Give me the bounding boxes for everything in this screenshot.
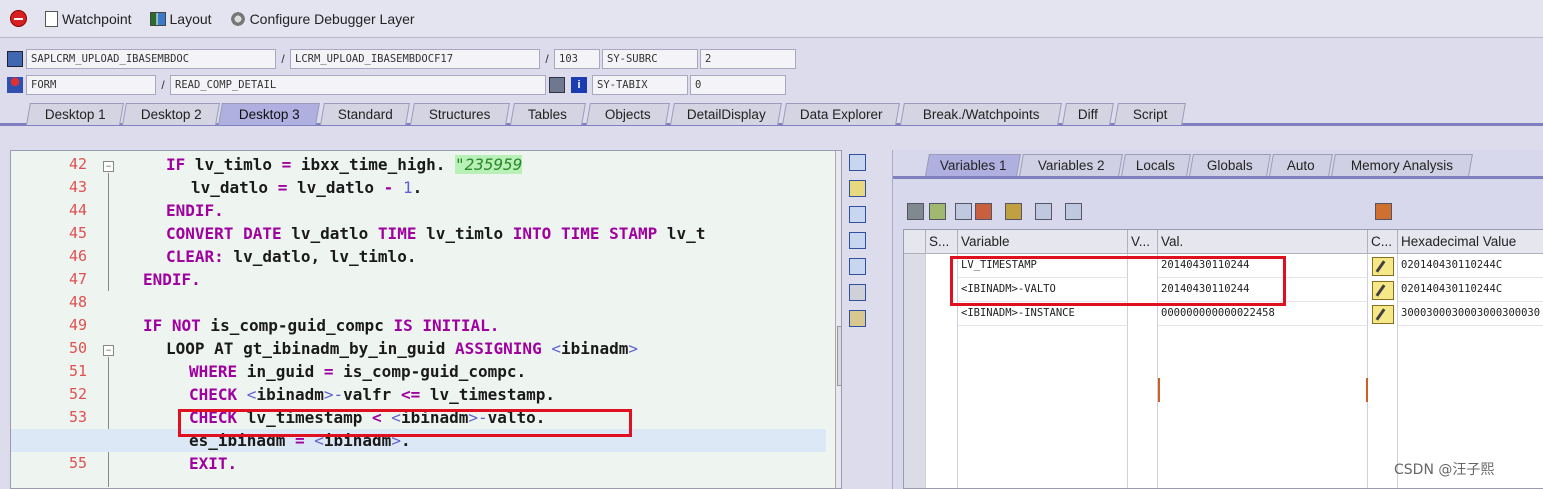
sy-subrc-value[interactable]: 2 (700, 49, 796, 69)
stop-button[interactable] (10, 10, 27, 27)
event-field[interactable]: READ_COMP_DETAIL (170, 75, 546, 95)
context-row-program: SAPLCRM_UPLOAD_IBASEMBDOC / LCRM_UPLOAD_… (4, 48, 796, 70)
include-field[interactable]: LCRM_UPLOAD_IBASEMBDOCF17 (290, 49, 540, 69)
minimize-icon[interactable] (849, 258, 866, 275)
line-field[interactable]: 103 (554, 49, 600, 69)
variable-hex: 020140430110244C (1398, 278, 1543, 302)
configure-label: Configure Debugger Layer (249, 10, 415, 27)
close-icon[interactable] (849, 154, 866, 171)
edit-pencil-icon[interactable] (1372, 257, 1394, 276)
code-line-49: IF NOT is_comp-guid_compc IS INITIAL. (143, 316, 500, 335)
info-icon[interactable]: i (571, 77, 587, 93)
event-type-field[interactable]: FORM (26, 75, 156, 95)
highlight-box (950, 256, 1286, 306)
tab-locals[interactable]: Locals (1121, 154, 1191, 176)
new-tool-icon[interactable] (849, 180, 866, 197)
selection-marker (1158, 378, 1368, 402)
watchpoint-button[interactable]: Watchpoint (45, 10, 132, 27)
row-selector-column[interactable] (904, 254, 926, 488)
desktop-tabs: Desktop 1 Desktop 2 Desktop 3 Standard S… (0, 102, 1543, 126)
users-icon[interactable] (1005, 203, 1022, 220)
export-icon[interactable] (975, 203, 992, 220)
tab-memory-analysis[interactable]: Memory Analysis (1331, 154, 1473, 176)
code-line-44: ENDIF. (166, 201, 224, 220)
form-icon (7, 77, 23, 93)
line-number: 48 (68, 293, 87, 311)
code-line-50: LOOP AT gt_ibinadm_by_in_guid ASSIGNING … (166, 339, 639, 358)
code-line-55: EXIT. (189, 454, 238, 473)
layout-label: Layout (169, 10, 212, 27)
sy-subrc-label: SY-SUBRC (602, 49, 698, 69)
details-icon[interactable] (549, 77, 565, 93)
column-header-s[interactable]: S... (926, 230, 958, 254)
insert-row-icon[interactable] (929, 203, 946, 220)
variable-hex: 3000300030003000300030 (1398, 302, 1543, 326)
variables-panel: Variables 1 Variables 2 Locals Globals A… (892, 150, 1543, 489)
layout-icon (149, 11, 166, 26)
code-line-52: CHECK <ibinadm>-valfr <= lv_timestamp. (189, 385, 556, 404)
highlight-box (178, 409, 632, 437)
column-header-c[interactable]: C... (1368, 230, 1398, 254)
watermark: CSDN @汪子熙 (1394, 462, 1495, 478)
services-icon[interactable] (849, 310, 866, 327)
maximize-icon[interactable] (849, 232, 866, 249)
code-line-46: CLEAR: lv_datlo, lv_timlo. (166, 247, 417, 266)
tab-objects[interactable]: Objects (586, 103, 670, 125)
tab-desktop-2[interactable]: Desktop 2 (122, 103, 220, 125)
edit-pencil-icon[interactable] (1372, 281, 1394, 300)
tab-auto[interactable]: Auto (1269, 154, 1333, 176)
column-header-variable[interactable]: Variable (958, 230, 1128, 254)
code-line-42: IF lv_timlo = ibxx_time_high. "235959 (166, 155, 523, 174)
goto-icon[interactable] (1065, 203, 1082, 220)
variable-hex: 020140430110244C (1398, 254, 1543, 278)
tab-data-explorer[interactable]: Data Explorer (782, 103, 900, 125)
watchpoint-label: Watchpoint (62, 10, 132, 27)
tab-desktop-3[interactable]: Desktop 3 (218, 103, 320, 125)
column-header-v[interactable]: V... (1128, 230, 1158, 254)
code-line-51: WHERE in_guid = is_comp-guid_compc. (189, 362, 527, 381)
edit-pencil-icon[interactable] (1372, 305, 1394, 324)
tab-globals[interactable]: Globals (1189, 154, 1271, 176)
editor-scrollbar[interactable] (835, 151, 841, 488)
headset-icon[interactable] (849, 284, 866, 301)
swap-tool-icon[interactable] (849, 206, 866, 223)
gear-icon (229, 10, 246, 27)
code-line-47: ENDIF. (143, 270, 201, 289)
context-row-event: FORM / READ_COMP_DETAIL i SY-TABIX 0 (4, 74, 786, 96)
variables-grid: S... Variable V... Val. C... Hexadecimal… (903, 229, 1543, 489)
copy-icon[interactable] (955, 203, 972, 220)
code-line-43: lv_datlo = lv_datlo - 1. (191, 178, 423, 197)
tab-script[interactable]: Script (1114, 103, 1186, 125)
column-header-val[interactable]: Val. (1158, 230, 1368, 254)
tab-desktop-1[interactable]: Desktop 1 (26, 103, 124, 125)
tab-variables-2[interactable]: Variables 2 (1019, 154, 1123, 176)
tab-tables[interactable]: Tables (510, 103, 586, 125)
program-field[interactable]: SAPLCRM_UPLOAD_IBASEMBDOC (26, 49, 276, 69)
sy-tabix-label: SY-TABIX (592, 75, 688, 95)
debugger-toolbar: Watchpoint Layout Configure Debugger Lay… (0, 0, 1543, 38)
tab-detaildisplay[interactable]: DetailDisplay (670, 103, 782, 125)
column-header-hex[interactable]: Hexadecimal Value (1398, 230, 1543, 254)
save-icon[interactable] (1375, 203, 1392, 220)
new-page-icon (45, 10, 58, 27)
sy-tabix-value[interactable]: 0 (690, 75, 786, 95)
scrollbar-thumb[interactable] (837, 326, 841, 386)
tab-variables-1[interactable]: Variables 1 (925, 154, 1021, 176)
program-icon (7, 51, 23, 67)
stop-icon (10, 10, 27, 27)
tab-structures[interactable]: Structures (410, 103, 510, 125)
editor-side-toolbar (846, 150, 870, 330)
tab-standard[interactable]: Standard (320, 103, 410, 125)
code-line-45: CONVERT DATE lv_datlo TIME lv_timlo INTO… (166, 224, 706, 243)
configure-debugger-layer-button[interactable]: Configure Debugger Layer (229, 10, 415, 27)
move-icon[interactable] (1035, 203, 1052, 220)
layout-button[interactable]: Layout (149, 10, 212, 27)
delete-icon[interactable] (907, 203, 924, 220)
tab-break-watchpoints[interactable]: Break./Watchpoints (900, 103, 1062, 125)
tab-diff[interactable]: Diff (1062, 103, 1114, 125)
source-code-editor[interactable]: 42 43 44 45 46 47 48 49 50 51 52 53 54 5… (10, 150, 842, 489)
debugger-context: SAPLCRM_UPLOAD_IBASEMBDOC / LCRM_UPLOAD_… (0, 46, 1543, 100)
